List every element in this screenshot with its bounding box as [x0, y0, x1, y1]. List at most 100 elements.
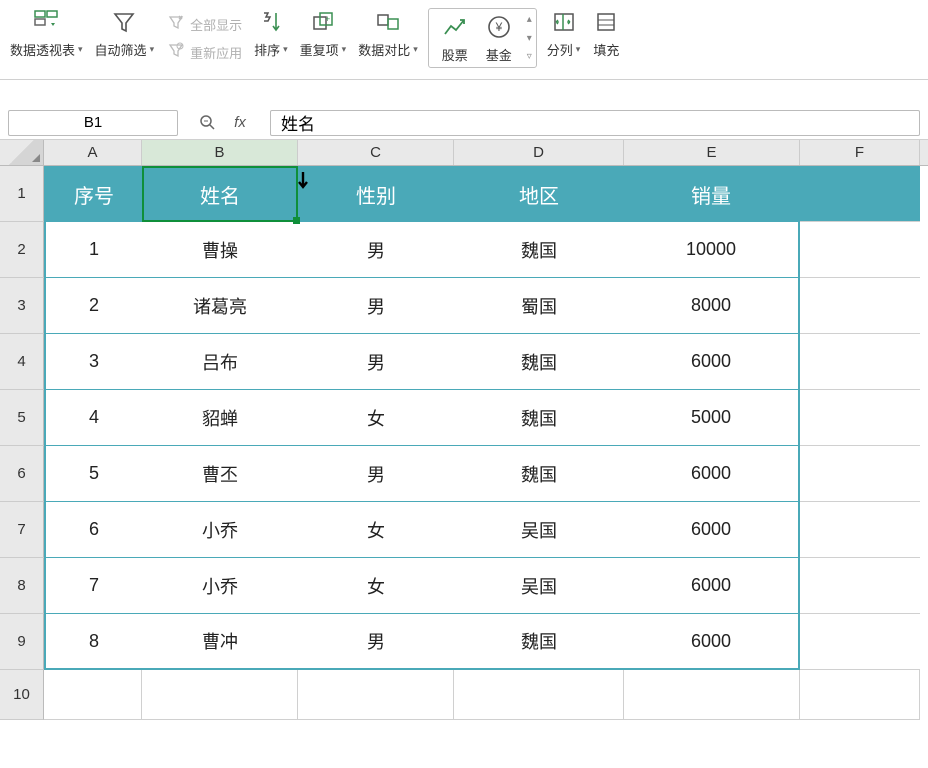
col-header-B[interactable]: B [142, 140, 298, 165]
show-all-icon [166, 12, 186, 32]
reapply-label: 重新应用 [190, 43, 242, 62]
cell[interactable]: 4 [44, 390, 142, 446]
cell[interactable] [800, 614, 920, 670]
cell[interactable]: 7 [44, 558, 142, 614]
cell[interactable] [800, 446, 920, 502]
cell[interactable]: 魏国 [454, 222, 624, 278]
cell[interactable] [800, 390, 920, 446]
row-header[interactable]: 2 [0, 222, 44, 278]
cell[interactable] [800, 334, 920, 390]
cell[interactable]: 女 [298, 558, 454, 614]
row-header[interactable]: 1 [0, 166, 44, 222]
cell[interactable]: 小乔 [142, 502, 298, 558]
formula-input[interactable]: 姓名 [270, 110, 920, 136]
cell[interactable]: 魏国 [454, 390, 624, 446]
cell[interactable]: 貂蝉 [142, 390, 298, 446]
cell[interactable]: 魏国 [454, 334, 624, 390]
cell[interactable] [800, 222, 920, 278]
cell[interactable]: 男 [298, 278, 454, 334]
spreadsheet: A B C D E F 1 序号 姓名 性别 地区 销量 21曹操男魏国1000… [0, 140, 928, 720]
col-header-C[interactable]: C [298, 140, 454, 165]
row-header[interactable]: 4 [0, 334, 44, 390]
cell[interactable] [800, 502, 920, 558]
cell[interactable]: 吕布 [142, 334, 298, 390]
cell[interactable] [454, 670, 624, 720]
cell[interactable]: 姓名 [142, 166, 298, 222]
cell[interactable]: 男 [298, 222, 454, 278]
cell[interactable]: 6 [44, 502, 142, 558]
cell[interactable]: 3 [44, 334, 142, 390]
fx-button[interactable]: fx [228, 111, 252, 135]
cell[interactable]: 8 [44, 614, 142, 670]
nav-up-icon[interactable]: ▴ [527, 14, 532, 25]
cell[interactable]: 蜀国 [454, 278, 624, 334]
fill-button[interactable]: 填充 [586, 8, 626, 78]
cell[interactable]: 6000 [624, 334, 800, 390]
cell[interactable]: 魏国 [454, 446, 624, 502]
name-box[interactable]: B1 [8, 110, 178, 136]
cell[interactable]: 序号 [44, 166, 142, 222]
cell[interactable] [800, 278, 920, 334]
nav-down-icon[interactable]: ▾ [527, 33, 532, 44]
cell[interactable]: 8000 [624, 278, 800, 334]
sort-button[interactable]: 排序▾ [248, 8, 294, 78]
cell[interactable]: 男 [298, 446, 454, 502]
cell[interactable]: 5 [44, 446, 142, 502]
row-header[interactable]: 5 [0, 390, 44, 446]
compare-button[interactable]: 数据对比▾ [352, 8, 424, 78]
cell[interactable]: 男 [298, 614, 454, 670]
cell[interactable] [44, 670, 142, 720]
search-icon[interactable] [196, 111, 220, 135]
cell[interactable]: 性别 [298, 166, 454, 222]
col-header-D[interactable]: D [454, 140, 624, 165]
cell[interactable]: 曹冲 [142, 614, 298, 670]
cell[interactable]: 5000 [624, 390, 800, 446]
sort-icon [257, 8, 285, 36]
cell[interactable]: 6000 [624, 446, 800, 502]
cell[interactable]: 女 [298, 390, 454, 446]
cell[interactable]: 小乔 [142, 558, 298, 614]
cell[interactable] [800, 558, 920, 614]
cell[interactable]: 销量 [624, 166, 800, 222]
cell[interactable]: 诸葛亮 [142, 278, 298, 334]
cell[interactable] [624, 670, 800, 720]
col-header-A[interactable]: A [44, 140, 142, 165]
pivot-button[interactable]: 数据透视表▾ [4, 8, 89, 78]
cell[interactable]: 男 [298, 334, 454, 390]
cell[interactable]: 6000 [624, 614, 800, 670]
select-all-corner[interactable] [0, 140, 44, 165]
cell[interactable]: 1 [44, 222, 142, 278]
fund-button[interactable]: ¥ 基金 [477, 13, 521, 64]
stock-button[interactable]: 股票 [433, 13, 477, 64]
reapply-button: 重新应用 [166, 36, 242, 64]
cell[interactable]: 曹操 [142, 222, 298, 278]
cell[interactable] [800, 670, 920, 720]
cell[interactable]: 女 [298, 502, 454, 558]
cell[interactable]: 吴国 [454, 502, 624, 558]
col-header-F[interactable]: F [800, 140, 920, 165]
cell[interactable]: 2 [44, 278, 142, 334]
row-header[interactable]: 8 [0, 558, 44, 614]
data-type-group: 股票 ¥ 基金 ▴ ▾ ▿ [428, 8, 537, 68]
row-header[interactable]: 9 [0, 614, 44, 670]
nav-more-icon[interactable]: ▿ [527, 51, 532, 62]
duplicates-button[interactable]: + 重复项▾ [294, 8, 353, 78]
cell[interactable] [800, 166, 920, 222]
cell[interactable]: 吴国 [454, 558, 624, 614]
cell[interactable]: 6000 [624, 558, 800, 614]
col-header-E[interactable]: E [624, 140, 800, 165]
cell[interactable]: 魏国 [454, 614, 624, 670]
row-header[interactable]: 7 [0, 502, 44, 558]
cell[interactable] [298, 670, 454, 720]
split-button[interactable]: 分列▾ [541, 8, 587, 78]
row-header[interactable]: 10 [0, 670, 44, 720]
cell[interactable]: 地区 [454, 166, 624, 222]
row-header[interactable]: 3 [0, 278, 44, 334]
cell[interactable]: 10000 [624, 222, 800, 278]
cell[interactable]: 曹丕 [142, 446, 298, 502]
row-header[interactable]: 6 [0, 446, 44, 502]
cell[interactable] [142, 670, 298, 720]
cell[interactable]: 6000 [624, 502, 800, 558]
autofilter-button[interactable]: 自动筛选▾ [89, 8, 161, 78]
pivot-label: 数据透视表 [10, 40, 75, 59]
